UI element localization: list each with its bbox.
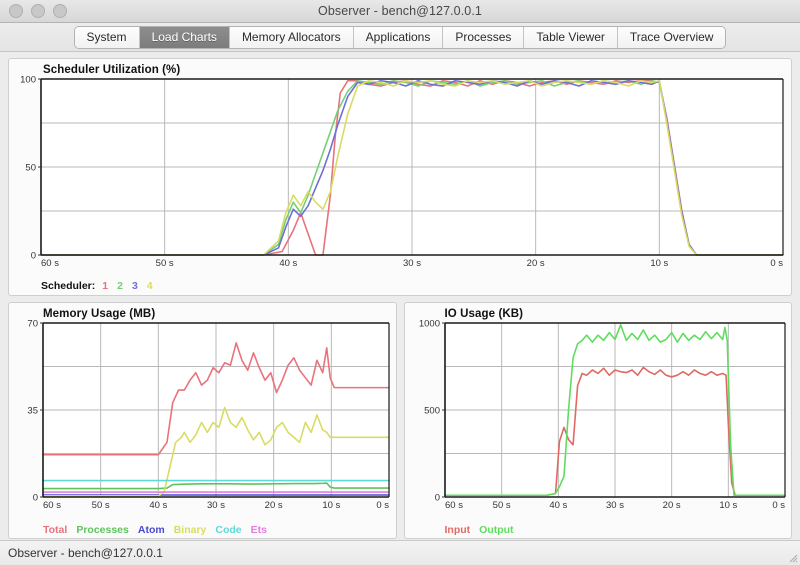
scheduler-chart[interactable]: 0 50 100 60 s 50 s 40 s 30 s 20 s 10 s 0 s — [9, 59, 791, 273]
io-xtick-label: 40 s — [549, 500, 567, 511]
io-ytick-label: 500 — [424, 406, 440, 417]
tab-applications[interactable]: Applications — [353, 26, 444, 48]
memory-xtick-label: 50 s — [92, 500, 110, 511]
memory-xtick-label: 60 s — [43, 500, 61, 511]
tab-memory-allocators[interactable]: Memory Allocators — [229, 26, 354, 48]
io-legend-item-output[interactable]: Output — [479, 524, 513, 536]
memory-xtick-label: 0 s — [376, 500, 389, 511]
io-xtick-label: 20 s — [662, 500, 680, 511]
status-bar: Observer - bench@127.0.0.1 — [0, 540, 800, 565]
scheduler-xtick-label: 50 s — [156, 258, 174, 269]
scheduler-ytick-label: 50 — [25, 163, 36, 174]
memory-plot: 0 35 70 60 s 50 s 40 s 30 s 20 s 10 s 0 s — [27, 319, 390, 511]
memory-ytick-label: 70 — [27, 319, 38, 330]
io-xtick-label: 30 s — [606, 500, 624, 511]
scheduler-xtick-label: 20 s — [527, 258, 545, 269]
scheduler-ytick-label: 100 — [20, 75, 36, 86]
memory-xtick-label: 30 s — [207, 500, 225, 511]
io-ytick-label: 0 — [434, 493, 439, 504]
tab-group: System Load Charts Memory Allocators Applic… — [74, 26, 726, 48]
scheduler-legend-item-1[interactable]: 1 — [102, 280, 108, 292]
scheduler-ytick-label: 0 — [31, 251, 36, 262]
memory-ytick-label: 35 — [27, 406, 38, 417]
memory-xtick-label: 40 s — [149, 500, 167, 511]
tab-system[interactable]: System — [74, 26, 140, 48]
scheduler-legend: Scheduler: 1 2 3 4 — [41, 280, 162, 292]
io-legend-item-input[interactable]: Input — [445, 524, 471, 536]
memory-ytick-label: 0 — [33, 493, 38, 504]
io-xtick-label: 50 s — [492, 500, 510, 511]
observer-window: Observer - bench@127.0.0.1 System Load Ch… — [0, 0, 800, 565]
io-chart-title: IO Usage (KB) — [444, 308, 524, 320]
scheduler-chart-title: Scheduler Utilization (%) — [43, 64, 181, 76]
memory-chart[interactable]: 0 35 70 60 s 50 s 40 s 30 s 20 s 10 s 0 s — [9, 303, 396, 515]
io-ytick-label: 1000 — [418, 319, 439, 330]
bottom-charts-row: Memory Usage (MB) 0 35 70 60 s 50 s 40 s 30 s 2… — [8, 302, 792, 539]
load-charts-content: Scheduler Utilization (%) 0 50 100 60 s 50 s… — [0, 52, 800, 540]
memory-xtick-label: 20 s — [265, 500, 283, 511]
memory-legend-item-atom[interactable]: Atom — [138, 524, 165, 536]
scheduler-plot: 0 50 100 60 s 50 s 40 s 30 s 20 s 10 s 0 s — [20, 75, 784, 269]
memory-legend-item-code[interactable]: Code — [215, 524, 241, 536]
title-bar: Observer - bench@127.0.0.1 — [0, 0, 800, 23]
scheduler-xtick-label: 40 s — [279, 258, 297, 269]
scheduler-legend-item-3[interactable]: 3 — [132, 280, 138, 292]
memory-legend: Total Processes Atom Binary Code Ets — [43, 524, 276, 536]
memory-legend-item-binary[interactable]: Binary — [174, 524, 207, 536]
zoom-button[interactable] — [53, 4, 67, 18]
memory-legend-item-processes[interactable]: Processes — [76, 524, 129, 536]
tab-bar: System Load Charts Memory Allocators Applic… — [0, 23, 800, 52]
window-title: Observer - bench@127.0.0.1 — [318, 4, 482, 18]
memory-usage-panel: Memory Usage (MB) 0 35 70 60 s 50 s 40 s 30 s 2… — [8, 302, 397, 539]
scheduler-utilization-panel: Scheduler Utilization (%) 0 50 100 60 s 50 s… — [8, 58, 792, 296]
minimize-button[interactable] — [31, 4, 45, 18]
status-bar-text: Observer - bench@127.0.0.1 — [8, 546, 163, 560]
scheduler-legend-label: Scheduler: — [41, 280, 96, 292]
scheduler-xtick-label: 0 s — [770, 258, 783, 269]
io-chart[interactable]: 0 500 1000 60 s 50 s 40 s 30 s 20 s 10 s 0 s — [405, 303, 792, 515]
io-plot: 0 500 1000 60 s 50 s 40 s 30 s 20 s 10 s 0 s — [418, 319, 786, 511]
scheduler-legend-item-2[interactable]: 2 — [117, 280, 123, 292]
io-legend: Input Output — [445, 524, 523, 536]
scheduler-legend-item-4[interactable]: 4 — [147, 280, 153, 292]
resize-grip[interactable] — [786, 551, 798, 563]
io-xtick-label: 0 s — [772, 500, 785, 511]
window-controls — [9, 4, 67, 18]
io-xtick-label: 10 s — [719, 500, 737, 511]
scheduler-xtick-label: 10 s — [650, 258, 668, 269]
io-usage-panel: IO Usage (KB) 0 500 1000 60 s 50 s 40 s 30 s 20… — [403, 302, 792, 539]
close-button[interactable] — [9, 4, 23, 18]
tab-trace-overview[interactable]: Trace Overview — [617, 26, 726, 48]
memory-xtick-label: 10 s — [322, 500, 340, 511]
memory-legend-item-total[interactable]: Total — [43, 524, 67, 536]
tab-processes[interactable]: Processes — [443, 26, 525, 48]
memory-legend-item-ets[interactable]: Ets — [251, 524, 267, 536]
scheduler-xtick-label: 30 s — [403, 258, 421, 269]
scheduler-xtick-label: 60 s — [41, 258, 59, 269]
memory-chart-title: Memory Usage (MB) — [43, 308, 156, 320]
tab-table-viewer[interactable]: Table Viewer — [524, 26, 618, 48]
io-xtick-label: 60 s — [445, 500, 463, 511]
tab-load-charts[interactable]: Load Charts — [139, 26, 230, 48]
